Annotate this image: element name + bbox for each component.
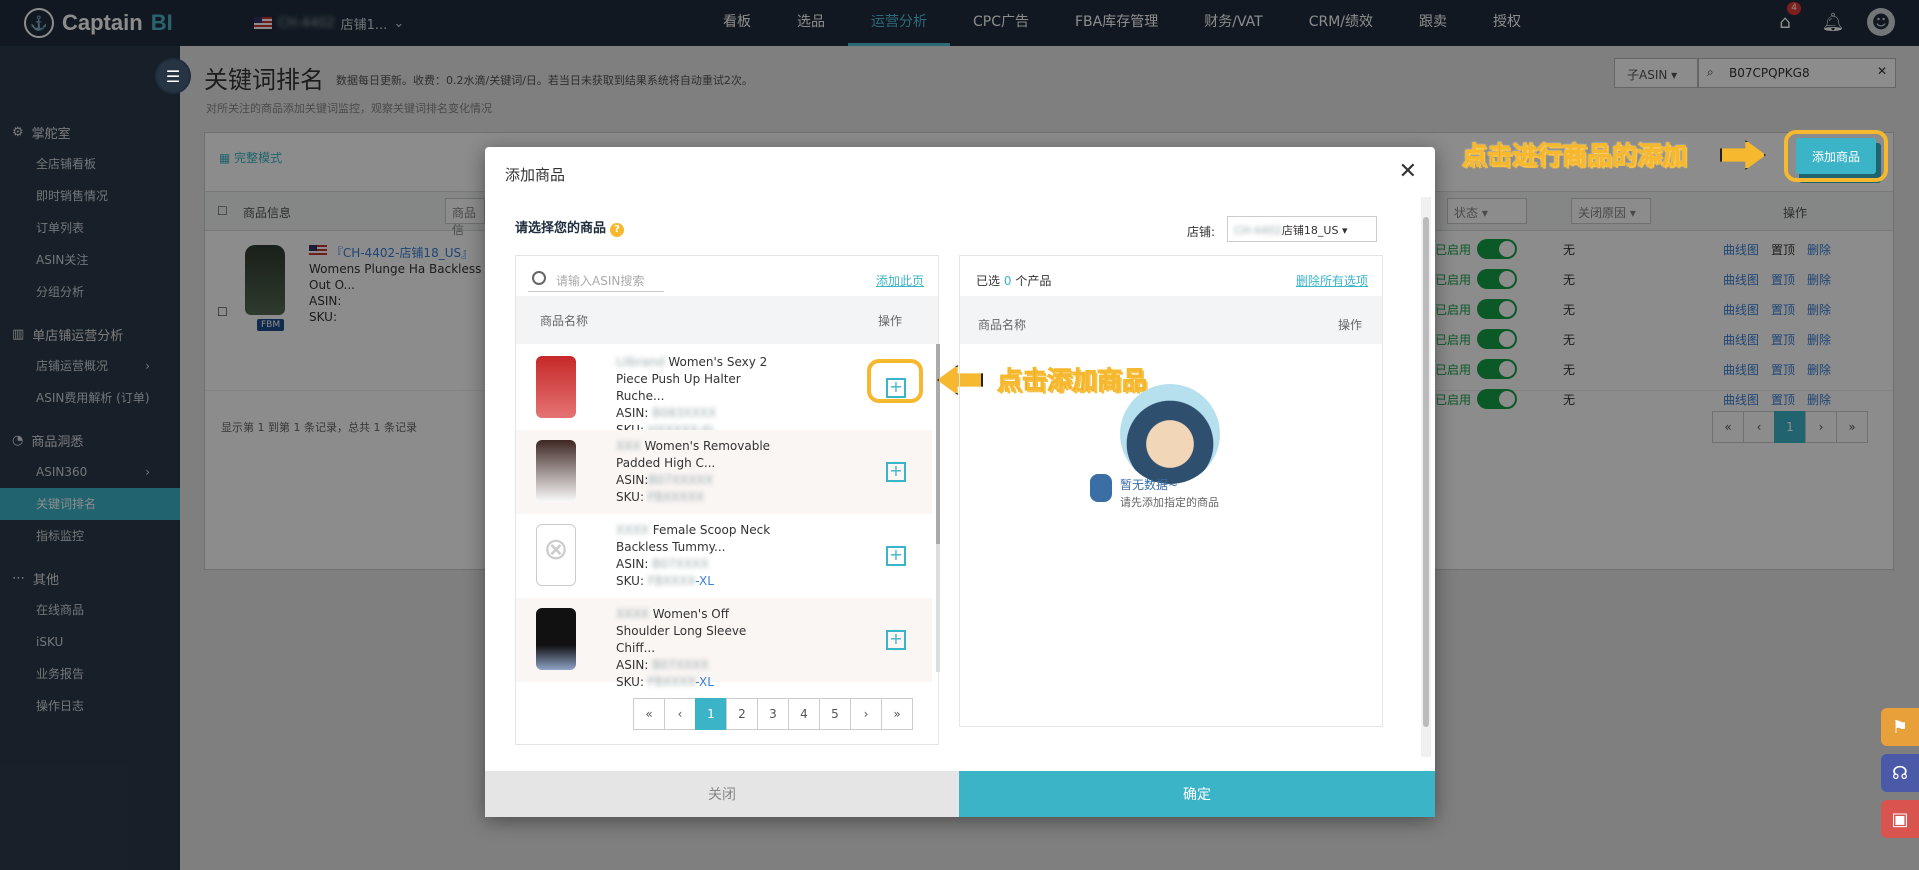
- brand-blur: XXX: [616, 439, 641, 453]
- choose-label-text: 请选择您的商品: [515, 221, 607, 236]
- store-label: 店铺:: [1187, 225, 1216, 239]
- store-value: 店铺18_US: [1281, 224, 1339, 237]
- asin-blur: B07XXXX: [652, 557, 709, 571]
- asin-blur: B083XXXX: [652, 406, 717, 420]
- bookmark-icon[interactable]: ⚑: [1881, 708, 1919, 746]
- highlight-ring: [867, 359, 923, 403]
- page-4[interactable]: 4: [788, 698, 820, 730]
- list-item: XXX Women's Removable Padded High C... AS…: [516, 430, 932, 514]
- callout-add-product-top: 点击进行商品的添加: [1461, 141, 1688, 171]
- page-prev[interactable]: ‹: [664, 698, 696, 730]
- col-operation: 操作: [1338, 318, 1363, 332]
- product-list-panel: 请输入ASIN搜索 添加此页 商品名称 操作 Lilbrand Women's …: [515, 255, 940, 745]
- sku-blur: FBXXXXX: [647, 490, 705, 504]
- asin-label: ASIN:: [616, 406, 649, 420]
- store-select[interactable]: CH-4402店铺18_US ▾: [1227, 216, 1377, 242]
- product-image: [536, 356, 576, 418]
- list-item: ⊗ XXXX Female Scoop Neck Backless Tummy.…: [516, 514, 932, 598]
- col-product-name: 商品名称: [540, 314, 589, 328]
- list-scrollbar[interactable]: [936, 344, 940, 672]
- page-next[interactable]: ›: [850, 698, 882, 730]
- selected-products-panel: 已选 0 个产品 删除所有选项 商品名称 操作 暂无数据~ 请先添加指定的商品: [959, 255, 1383, 727]
- sku-suffix: -XL: [695, 675, 714, 689]
- selected-count: 已选 0 个产品: [976, 272, 1051, 289]
- product-list-header: 商品名称 操作: [516, 296, 938, 344]
- robot-icon: [1090, 474, 1112, 502]
- sidebar-collapse-icon[interactable]: ☰: [155, 58, 191, 94]
- headset-icon[interactable]: ☊: [1881, 754, 1919, 792]
- selected-number: 0: [1003, 274, 1012, 288]
- col-product-name: 商品名称: [978, 318, 1027, 332]
- store-code: CH-4402: [1234, 224, 1282, 237]
- add-product-dialog: 添加商品 ✕ 请选择您的商品? 店铺: CH-4402店铺18_US ▾ 请输入…: [485, 147, 1435, 817]
- add-item-icon[interactable]: +: [886, 630, 906, 650]
- dialog-scrollbar[interactable]: [1421, 197, 1431, 757]
- sku-blur: FBXXXX: [647, 574, 696, 588]
- page-5[interactable]: 5: [819, 698, 851, 730]
- product-text: XXXX Female Scoop Neck Backless Tummy...…: [616, 522, 786, 590]
- sku-label: SKU:: [616, 675, 644, 689]
- selected-suffix: 个产品: [1015, 274, 1052, 288]
- list-pagination: « ‹ 1 2 3 4 5 › »: [633, 698, 913, 730]
- list-item: XXXX Women's Off Shoulder Long Sleeve Ch…: [516, 598, 932, 689]
- dialog-footer: 关闭 确定: [485, 771, 1435, 817]
- no-image-icon: ⊗: [536, 524, 576, 586]
- close-icon[interactable]: ✕: [1399, 159, 1417, 184]
- add-this-page-link[interactable]: 添加此页: [876, 272, 924, 289]
- brand-blur: Lilbrand: [616, 355, 665, 369]
- delete-all-link[interactable]: 删除所有选项: [1296, 272, 1368, 289]
- asin-label: ASIN:: [616, 557, 649, 571]
- asin-search-field[interactable]: 请输入ASIN搜索: [528, 268, 664, 292]
- asin-blur: B07XXXX: [652, 658, 709, 672]
- choose-product-label: 请选择您的商品?: [515, 217, 625, 237]
- sku-suffix: -XL: [695, 574, 714, 588]
- page-1[interactable]: 1: [695, 698, 727, 730]
- brand-blur: XXXX: [616, 607, 649, 621]
- floating-tools: ⚑ ☊ ▣: [1881, 708, 1919, 838]
- sku-label: SKU:: [616, 574, 644, 588]
- sku-blur: FBXXXX: [647, 675, 696, 689]
- asin-label: ASIN:: [616, 658, 649, 672]
- captain-illustration: [1120, 384, 1220, 484]
- sku-label: SKU:: [616, 490, 644, 504]
- product-text: XXX Women's Removable Padded High C... AS…: [616, 438, 786, 506]
- add-item-icon[interactable]: +: [886, 546, 906, 566]
- close-button[interactable]: 关闭: [485, 771, 959, 817]
- selected-prefix: 已选: [976, 274, 1001, 288]
- search-placeholder: 请输入ASIN搜索: [556, 274, 645, 288]
- page-3[interactable]: 3: [757, 698, 789, 730]
- empty-title: 暂无数据~: [1120, 478, 1179, 492]
- gift-icon[interactable]: ▣: [1881, 800, 1919, 838]
- help-icon[interactable]: ?: [610, 223, 625, 237]
- empty-hint: 请先添加指定的商品: [1120, 496, 1219, 509]
- product-text: XXXX Women's Off Shoulder Long Sleeve Ch…: [616, 606, 786, 691]
- dialog-title: 添加商品: [505, 166, 566, 184]
- confirm-button[interactable]: 确定: [959, 771, 1435, 817]
- add-item-icon[interactable]: +: [886, 462, 906, 482]
- page-2[interactable]: 2: [726, 698, 758, 730]
- product-text: Lilbrand Women's Sexy 2 Piece Push Up Ha…: [616, 354, 786, 439]
- asin-blur: B07XXXXX: [648, 473, 713, 487]
- product-image: [536, 440, 576, 502]
- col-operation: 操作: [878, 314, 903, 328]
- add-product-button-highlight[interactable]: 添加商品: [1796, 138, 1876, 174]
- product-image: [536, 608, 576, 670]
- brand-blur: XXXX: [616, 523, 649, 537]
- page-last[interactable]: »: [881, 698, 913, 730]
- selected-list-header: 商品名称 操作: [960, 296, 1382, 344]
- asin-label: ASIN:: [616, 473, 649, 487]
- search-icon: [532, 271, 546, 285]
- page-first[interactable]: «: [633, 698, 665, 730]
